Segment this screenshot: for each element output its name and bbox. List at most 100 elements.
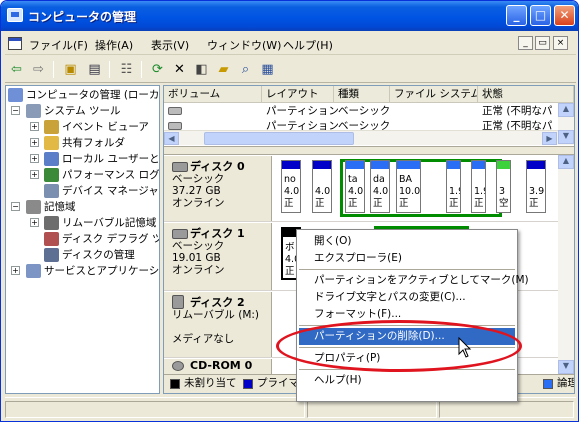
title-bar[interactable]: コンピュータの管理 _ □ ✕ xyxy=(1,1,578,31)
menu-help[interactable]: ヘルプ(H) xyxy=(283,37,333,53)
tree-item-removable[interactable]: + リムーバブル記憶域 xyxy=(6,215,159,231)
collapse-icon[interactable]: − xyxy=(11,202,20,211)
shared-folder-icon xyxy=(44,136,59,150)
expand-icon[interactable]: + xyxy=(30,138,39,147)
open-folder-icon[interactable]: ▰ xyxy=(214,60,233,79)
scroll-thumb[interactable] xyxy=(204,132,354,145)
help-icon[interactable]: ▦ xyxy=(258,60,277,79)
tree-item-performance[interactable]: + パフォーマンス ログと xyxy=(6,167,159,183)
partition[interactable]: 4.0 正 xyxy=(312,160,332,213)
column-filesystem[interactable]: ファイル システム xyxy=(390,86,478,103)
scroll-down-icon[interactable]: ▼ xyxy=(558,360,574,374)
computer-management-icon xyxy=(7,8,23,22)
context-menu-item[interactable]: ヘルプ(H) xyxy=(299,372,515,389)
table-row[interactable]: パーティション ベーシック 正常 (不明なパ xyxy=(164,104,554,119)
tree-item-local-users[interactable]: + ローカル ユーザーと xyxy=(6,151,159,167)
expand-icon[interactable]: + xyxy=(30,154,39,163)
cdrom-icon xyxy=(172,361,184,371)
volume-icon xyxy=(168,122,182,130)
up-folder-icon[interactable]: ▣ xyxy=(61,60,80,79)
show-hide-tree-icon[interactable]: ▤ xyxy=(85,60,104,79)
properties-sheet-icon[interactable]: ◧ xyxy=(192,60,211,79)
menu-view[interactable]: 表示(V) xyxy=(151,37,189,53)
partition[interactable]: BA 10.0 正 xyxy=(396,160,421,213)
menu-bar: ファイル(F) 操作(A) 表示(V) ウィンドウ(W) ヘルプ(H) _ ▭ … xyxy=(5,33,576,55)
console-tree: コンピュータの管理 (ローカル) − システム ツール + イベント ビューア … xyxy=(5,85,160,394)
mdi-close-button[interactable]: × xyxy=(553,36,568,50)
menu-action[interactable]: 操作(A) xyxy=(95,37,133,53)
maximize-button[interactable]: □ xyxy=(530,5,551,26)
disk-label: CD-ROM 0 xyxy=(164,359,272,374)
scroll-up-icon[interactable]: ▲ xyxy=(558,155,574,169)
expand-icon[interactable]: + xyxy=(30,218,39,227)
services-icon xyxy=(26,264,41,278)
partition[interactable]: da 4.0 正 xyxy=(370,160,390,213)
partition[interactable]: 1.9正 xyxy=(471,160,486,213)
computer-icon xyxy=(8,88,23,102)
menu-separator xyxy=(299,269,515,270)
tree-item-system-tools[interactable]: − システム ツール xyxy=(6,103,159,119)
expand-icon[interactable]: + xyxy=(30,170,39,179)
tree-item-event-viewer[interactable]: + イベント ビューア xyxy=(6,119,159,135)
event-viewer-icon xyxy=(44,120,59,134)
disk-management-icon xyxy=(44,248,59,262)
table-row[interactable]: パーティション ベーシック 正常 (不明なパ xyxy=(164,119,554,130)
toolbar: ⇦ ⇨ ▣ ▤ ☷ ⟳ ✕ ◧ ▰ ⌕ ▦ xyxy=(5,56,576,83)
close-button[interactable]: ✕ xyxy=(554,5,575,26)
tree-item-storage[interactable]: − 記憶域 xyxy=(6,199,159,215)
removable-disk-icon xyxy=(172,295,184,309)
context-menu-item[interactable]: ドライブ文字とパスの変更(C)... xyxy=(299,289,515,306)
column-status[interactable]: 状態 xyxy=(478,86,574,103)
vertical-scrollbar[interactable]: ▲ ▼ xyxy=(558,103,574,145)
tools-icon xyxy=(26,104,41,118)
disk-label: ディスク 1 ベーシック 19.01 GB オンライン xyxy=(164,223,272,290)
tree-item-defrag[interactable]: ディスク デフラグ ツー xyxy=(6,231,159,247)
tree-item-shared-folders[interactable]: + 共有フォルダ xyxy=(6,135,159,151)
partition[interactable]: 1.9正 xyxy=(446,160,461,213)
mdi-restore-button[interactable]: ▭ xyxy=(535,36,550,50)
expand-icon[interactable]: + xyxy=(30,122,39,131)
disk-pane-scrollbar[interactable]: ▲ ▼ xyxy=(558,155,574,374)
disk-label: ディスク 0 ベーシック 37.27 GB オンライン xyxy=(164,156,272,221)
disk-row[interactable]: ディスク 0 ベーシック 37.27 GB オンライン no 4.0 正 4.0 正 … xyxy=(164,156,558,222)
back-arrow-icon[interactable]: ⇦ xyxy=(7,60,26,79)
volume-list-header: ボリューム レイアウト 種類 ファイル システム 状態 xyxy=(164,86,574,103)
scroll-left-icon[interactable]: ◀ xyxy=(164,132,179,145)
device-manager-icon xyxy=(44,184,59,198)
legend-swatch-unallocated xyxy=(170,379,180,389)
context-menu-item[interactable]: エクスプローラ(E) xyxy=(299,250,515,267)
context-menu-item[interactable]: パーティションをアクティブとしてマーク(M) xyxy=(299,272,529,289)
menu-window[interactable]: ウィンドウ(W) xyxy=(207,37,281,53)
volume-icon xyxy=(168,107,182,115)
forward-arrow-icon[interactable]: ⇨ xyxy=(29,60,48,79)
search-icon[interactable]: ⌕ xyxy=(236,60,255,79)
window-title: コンピュータの管理 xyxy=(28,10,137,24)
mdi-minimize-button[interactable]: _ xyxy=(518,36,533,50)
scroll-right-icon[interactable]: ▶ xyxy=(542,132,557,145)
tree-item-disk-management[interactable]: ディスクの管理 xyxy=(6,247,159,263)
horizontal-scrollbar[interactable]: ◀ ▶ xyxy=(164,130,558,145)
column-volume[interactable]: ボリューム xyxy=(164,86,262,103)
delete-icon[interactable]: ✕ xyxy=(170,60,189,79)
menu-file[interactable]: ファイル(F) xyxy=(29,37,88,53)
expand-icon[interactable]: + xyxy=(11,266,20,275)
partition[interactable]: ta 4.0 正 xyxy=(345,160,365,213)
scroll-down-icon[interactable]: ▼ xyxy=(558,130,574,144)
column-type[interactable]: 種類 xyxy=(334,86,390,103)
minimize-button[interactable]: _ xyxy=(506,5,527,26)
free-space[interactable]: 3空 xyxy=(496,160,511,213)
tree-item-device-manager[interactable]: デバイス マネージャ xyxy=(6,183,159,199)
refresh-icon[interactable]: ⟳ xyxy=(148,60,167,79)
partition[interactable]: no 4.0 正 xyxy=(281,160,301,213)
pane-splitter[interactable] xyxy=(164,146,574,155)
mdi-window-icon[interactable] xyxy=(8,37,22,50)
collapse-icon[interactable]: − xyxy=(11,106,20,115)
tree-item-services[interactable]: + サービスとアプリケーション xyxy=(6,263,159,279)
partition[interactable]: 3.9 正 xyxy=(526,160,546,213)
column-layout[interactable]: レイアウト xyxy=(262,86,334,103)
hard-disk-icon xyxy=(172,229,188,239)
scroll-up-icon[interactable]: ▲ xyxy=(558,103,574,117)
status-cell xyxy=(307,401,437,418)
context-menu-item[interactable]: 開く(O) xyxy=(299,233,515,250)
properties-icon[interactable]: ☷ xyxy=(117,60,136,79)
